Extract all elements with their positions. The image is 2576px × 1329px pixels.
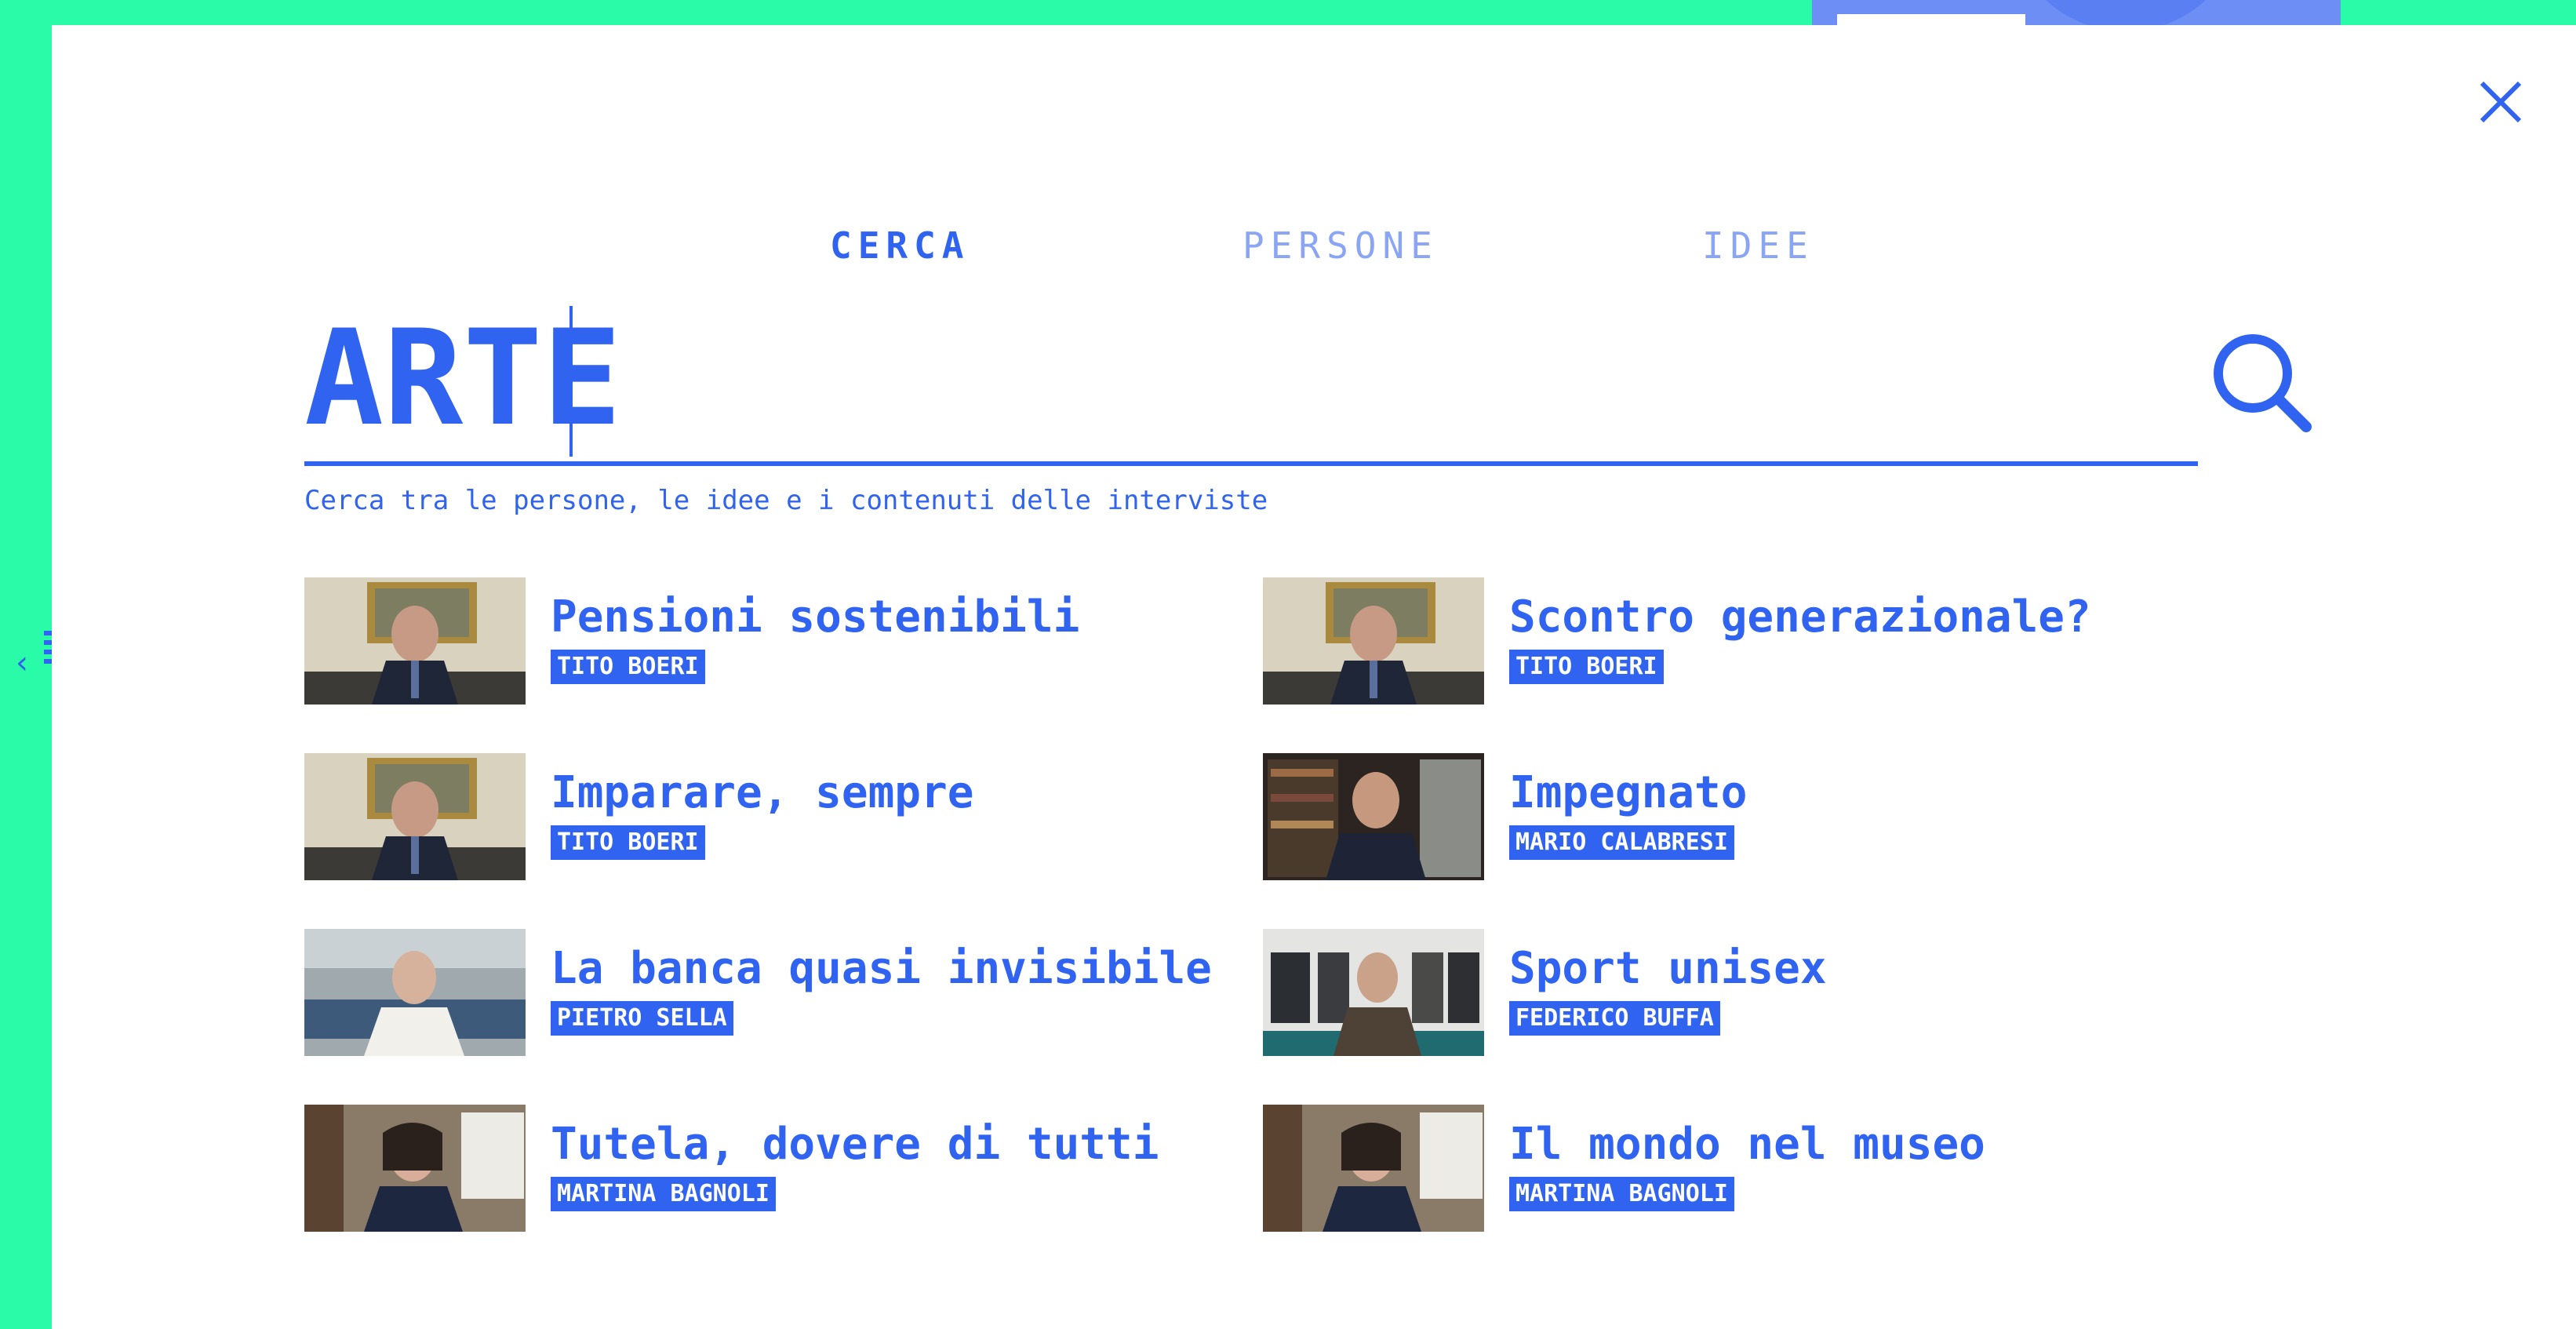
result-title: Sport unisex bbox=[1509, 943, 1827, 994]
result-item[interactable]: Sport unisex FEDERICO BUFFA bbox=[1263, 929, 2189, 1056]
result-thumbnail bbox=[1263, 929, 1484, 1056]
result-author-badge: MARTINA BAGNOLI bbox=[551, 1177, 776, 1211]
result-item[interactable]: Il mondo nel museo MARTINA BAGNOLI bbox=[1263, 1105, 2189, 1232]
chevron-left-icon[interactable]: ‹ bbox=[16, 645, 28, 681]
result-author-badge: TITO BOERI bbox=[1509, 650, 1664, 684]
result-title: Scontro generazionale? bbox=[1509, 592, 2091, 643]
search-button[interactable] bbox=[2209, 330, 2314, 435]
result-item[interactable]: Scontro generazionale? TITO BOERI bbox=[1263, 577, 2189, 705]
result-item[interactable]: Imparare, sempre TITO BOERI bbox=[304, 753, 1230, 880]
result-thumbnail bbox=[304, 577, 526, 705]
result-author-badge: TITO BOERI bbox=[551, 825, 705, 860]
result-title: Pensioni sostenibili bbox=[551, 592, 1080, 643]
search-field bbox=[304, 300, 2198, 466]
side-label bbox=[44, 631, 52, 694]
result-thumbnail bbox=[1263, 1105, 1484, 1232]
result-thumbnail bbox=[304, 1105, 526, 1232]
tab-idee[interactable]: IDEE bbox=[1702, 224, 1814, 267]
result-thumbnail bbox=[304, 753, 526, 880]
result-item[interactable]: La banca quasi invisibile PIETRO SELLA bbox=[304, 929, 1230, 1056]
text-caret bbox=[569, 306, 573, 457]
result-author-badge: TITO BOERI bbox=[551, 650, 705, 684]
background-card bbox=[1812, 0, 2341, 28]
result-thumbnail bbox=[304, 929, 526, 1056]
background-card-image bbox=[2008, 0, 2243, 28]
result-title: Impegnato bbox=[1509, 767, 1748, 818]
result-title: Il mondo nel museo bbox=[1509, 1119, 1985, 1170]
result-author-badge: MARIO CALABRESI bbox=[1509, 825, 1734, 860]
result-title: La banca quasi invisibile bbox=[551, 943, 1212, 994]
close-button[interactable] bbox=[2476, 77, 2526, 127]
search-tabs: CERCA PERSONE IDEE bbox=[0, 224, 2576, 271]
result-author-badge: PIETRO SELLA bbox=[551, 1001, 733, 1036]
result-title: Tutela, dovere di tutti bbox=[551, 1119, 1159, 1170]
search-input[interactable] bbox=[304, 300, 2198, 457]
result-thumbnail bbox=[1263, 753, 1484, 880]
result-title: Imparare, sempre bbox=[551, 767, 974, 818]
search-hint: Cerca tra le persone, le idee e i conten… bbox=[304, 485, 1268, 516]
result-item[interactable]: Tutela, dovere di tutti MARTINA BAGNOLI bbox=[304, 1105, 1230, 1232]
tab-persone[interactable]: PERSONE bbox=[1243, 224, 1439, 267]
result-thumbnail bbox=[1263, 577, 1484, 705]
tab-cerca[interactable]: CERCA bbox=[830, 224, 970, 267]
result-item[interactable]: Impegnato MARIO CALABRESI bbox=[1263, 753, 2189, 880]
result-item[interactable]: Pensioni sostenibili TITO BOERI bbox=[304, 577, 1230, 705]
search-icon bbox=[2214, 334, 2312, 432]
result-author-badge: MARTINA BAGNOLI bbox=[1509, 1177, 1734, 1211]
result-author-badge: FEDERICO BUFFA bbox=[1509, 1001, 1720, 1036]
close-icon bbox=[2480, 81, 2522, 123]
